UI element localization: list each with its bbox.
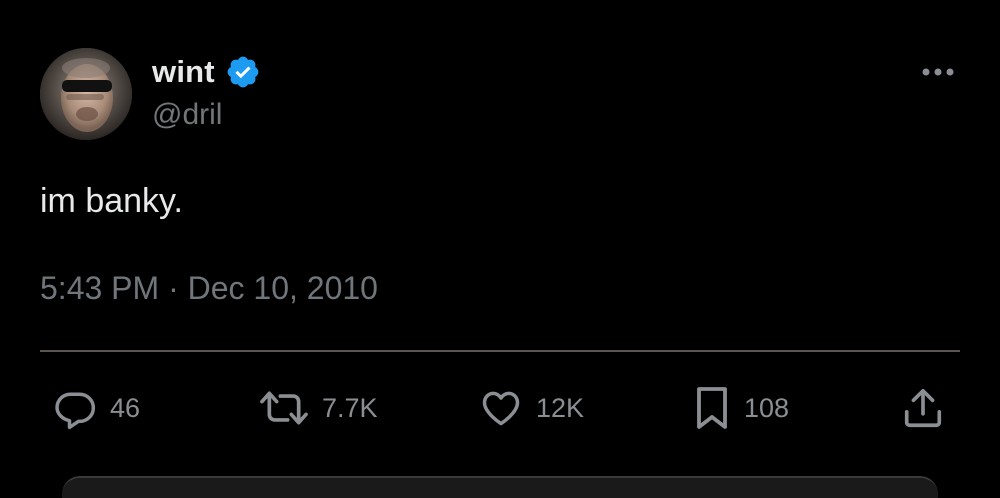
share-button[interactable] [900, 386, 946, 430]
like-button[interactable]: 12K [478, 386, 584, 430]
reply-icon [52, 386, 98, 430]
author-handle[interactable]: @dril [152, 98, 222, 132]
tweet-time[interactable]: 5:43 PM [40, 270, 159, 306]
tweet-card: wint @dril im banky. 5:43 PM · Dec 10, 2… [0, 0, 1000, 498]
timestamp-separator: · [168, 270, 179, 306]
bookmark-count: 108 [744, 392, 790, 423]
retweet-count: 7.7K [322, 392, 378, 423]
reply-button[interactable]: 46 [52, 386, 140, 430]
bookmark-button[interactable]: 108 [692, 386, 789, 430]
more-horizontal-icon [922, 68, 954, 76]
tweet-text: im banky. [40, 182, 183, 220]
reply-count: 46 [110, 392, 141, 423]
author-name-row[interactable]: wint [152, 50, 261, 94]
heart-icon [478, 386, 524, 430]
author-avatar[interactable] [40, 48, 132, 140]
avatar-image [40, 48, 132, 140]
author-name[interactable]: wint [152, 54, 215, 90]
more-options-button[interactable] [916, 56, 960, 88]
retweet-button[interactable]: 7.7K [258, 386, 378, 430]
bookmark-icon [692, 384, 732, 432]
verified-badge-icon [225, 54, 261, 90]
tweet-date[interactable]: Dec 10, 2010 [188, 270, 378, 306]
divider [40, 350, 960, 352]
like-count: 12K [536, 392, 585, 423]
retweet-icon [258, 386, 310, 430]
share-icon [900, 385, 946, 431]
next-card-edge [62, 476, 938, 498]
timestamp-row[interactable]: 5:43 PM · Dec 10, 2010 [40, 270, 378, 307]
